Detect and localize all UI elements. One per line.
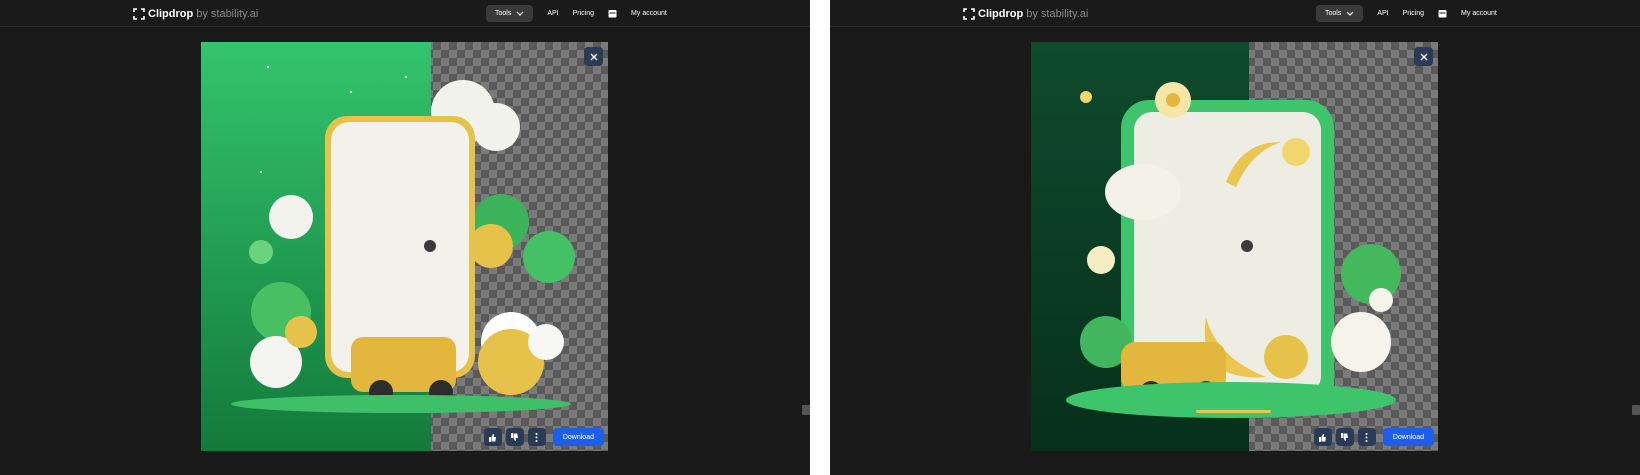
thumbs-down-button[interactable] xyxy=(1335,428,1354,446)
clipdrop-logo[interactable]: Clipdrop by stability.ai xyxy=(963,7,1088,21)
main-nav: Tools API Pricing My account xyxy=(1316,5,1497,22)
chevron-down-icon xyxy=(516,11,524,16)
pricing-link[interactable]: Pricing xyxy=(1403,10,1424,17)
thumbs-up-button[interactable] xyxy=(1313,428,1332,446)
logo-brand: Clipdrop xyxy=(148,8,194,20)
tools-menu-button[interactable]: Tools xyxy=(1316,5,1364,22)
download-button[interactable]: Download xyxy=(552,428,604,446)
main-nav: Tools API Pricing My account xyxy=(486,5,667,22)
more-options-button[interactable] xyxy=(1357,428,1376,446)
scrollbar-handle[interactable] xyxy=(1632,405,1640,415)
more-vertical-icon xyxy=(1365,432,1368,442)
generated-image xyxy=(201,42,608,451)
my-account-link[interactable]: My account xyxy=(631,10,667,17)
generated-image-preview[interactable]: Download xyxy=(201,42,608,451)
top-navigation-bar: Clipdrop by stability.ai Tools API Prici… xyxy=(830,0,1640,27)
more-vertical-icon xyxy=(535,432,538,442)
tools-label: Tools xyxy=(495,10,512,17)
logo-byline: by stability.ai xyxy=(1026,8,1089,20)
calendar-icon[interactable] xyxy=(608,9,617,18)
scrollbar-handle[interactable] xyxy=(802,405,810,415)
image-action-bar: Download xyxy=(483,428,604,446)
tools-label: Tools xyxy=(1325,10,1342,17)
close-button[interactable] xyxy=(584,47,603,66)
logo-brand: Clipdrop xyxy=(978,8,1024,20)
image-action-bar: Download xyxy=(1313,428,1434,446)
calendar-icon[interactable] xyxy=(1438,9,1447,18)
close-icon xyxy=(1420,53,1427,60)
thumbs-up-icon xyxy=(489,433,497,442)
thumbs-up-icon xyxy=(1319,433,1327,442)
chevron-down-icon xyxy=(1346,11,1354,16)
clipdrop-logo-icon xyxy=(963,8,975,20)
top-navigation-bar: Clipdrop by stability.ai Tools API Prici… xyxy=(0,0,810,27)
left-browser-panel: Clipdrop by stability.ai Tools API Prici… xyxy=(0,0,810,475)
thumbs-up-button[interactable] xyxy=(483,428,502,446)
close-icon xyxy=(590,53,597,60)
more-options-button[interactable] xyxy=(527,428,546,446)
close-button[interactable] xyxy=(1414,47,1433,66)
clipdrop-logo-icon xyxy=(133,8,145,20)
my-account-link[interactable]: My account xyxy=(1461,10,1497,17)
generated-image xyxy=(1031,42,1438,451)
tools-menu-button[interactable]: Tools xyxy=(486,5,534,22)
right-browser-panel: Clipdrop by stability.ai Tools API Prici… xyxy=(830,0,1640,475)
clipdrop-logo[interactable]: Clipdrop by stability.ai xyxy=(133,7,258,21)
logo-byline: by stability.ai xyxy=(196,8,259,20)
generated-image-preview[interactable]: Download xyxy=(1031,42,1438,451)
download-button[interactable]: Download xyxy=(1382,428,1434,446)
api-link[interactable]: API xyxy=(1377,10,1388,17)
pricing-link[interactable]: Pricing xyxy=(573,10,594,17)
thumbs-down-icon xyxy=(511,432,519,441)
api-link[interactable]: API xyxy=(547,10,558,17)
thumbs-down-icon xyxy=(1341,432,1349,441)
thumbs-down-button[interactable] xyxy=(505,428,524,446)
